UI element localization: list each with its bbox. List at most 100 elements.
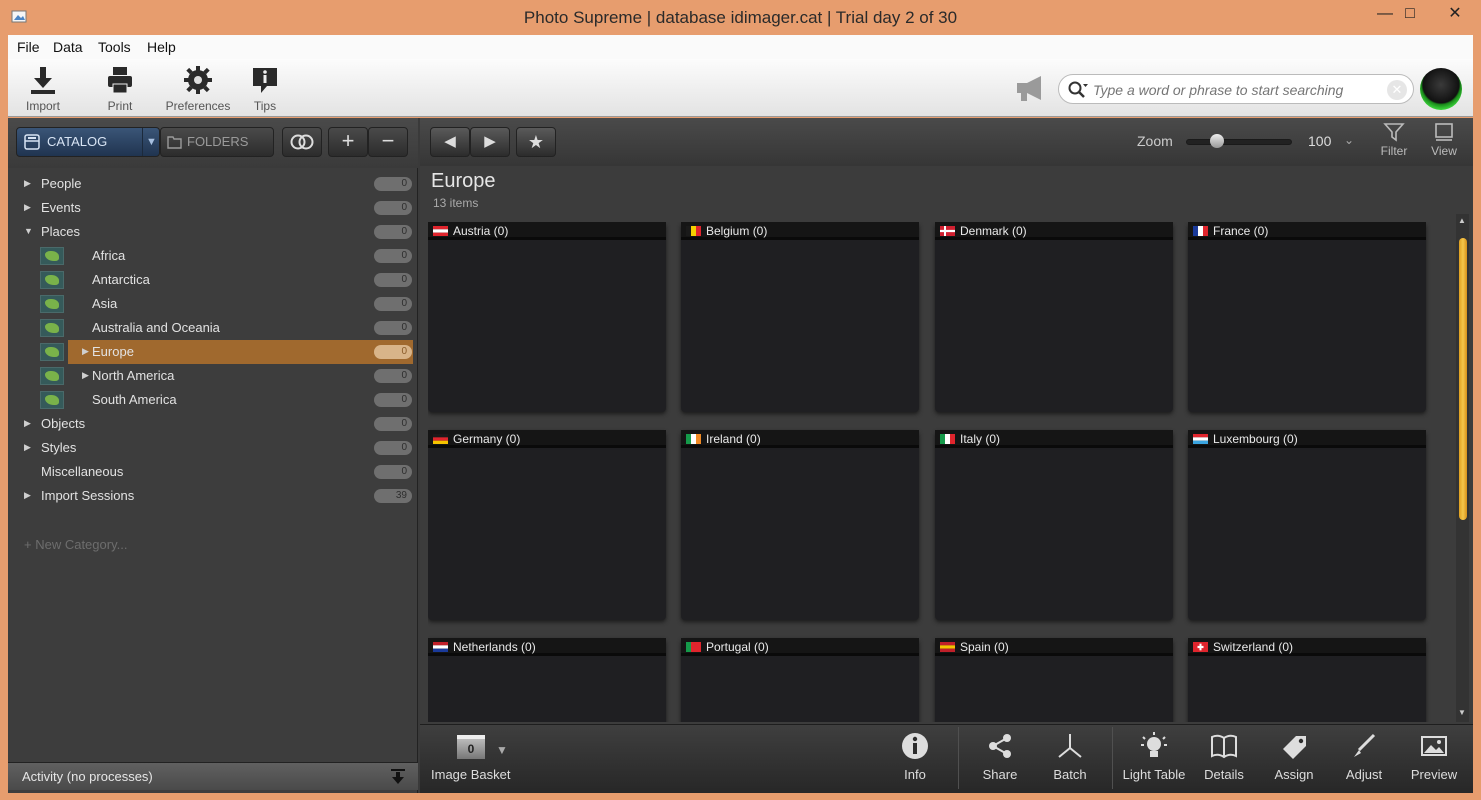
expand-arrow-icon[interactable]: ▶ — [24, 202, 31, 213]
print-button[interactable]: Print — [85, 65, 155, 113]
continent-thumbnail-icon — [40, 271, 64, 289]
assign-button[interactable]: Assign — [1259, 731, 1329, 782]
place-card[interactable]: Germany (0) — [428, 430, 666, 620]
tree-item-africa[interactable]: Africa 0 — [8, 244, 418, 268]
back-button[interactable]: ◀ — [430, 127, 470, 157]
forward-button[interactable]: ▶ — [470, 127, 510, 157]
new-category-link[interactable]: + New Category... — [24, 537, 127, 552]
preview-icon — [1421, 736, 1447, 756]
tree-item-import-sessions[interactable]: ▶ Import Sessions 39 — [8, 484, 418, 508]
tree-item-australia-and-oceania[interactable]: Australia and Oceania 0 — [8, 316, 418, 340]
menu-help[interactable]: Help — [147, 39, 176, 55]
scroll-down-icon[interactable]: ▼ — [1458, 708, 1466, 717]
place-card[interactable]: France (0) — [1188, 222, 1426, 412]
tree-item-miscellaneous[interactable]: Miscellaneous 0 — [8, 460, 418, 484]
tree-item-events[interactable]: ▶ Events 0 — [8, 196, 418, 220]
expand-arrow-icon[interactable]: ▶ — [82, 346, 89, 357]
tree-item-label: Europe — [92, 344, 134, 359]
count-badge: 0 — [374, 249, 412, 263]
grid-scrollbar[interactable]: ▲ ▼ — [1456, 214, 1469, 722]
place-card-header: Portugal (0) — [681, 638, 919, 656]
zoom-slider[interactable] — [1186, 139, 1292, 145]
basket-label: Image Basket — [431, 767, 511, 782]
tree-item-antarctica[interactable]: Antarctica 0 — [8, 268, 418, 292]
flag-icon — [1193, 434, 1208, 444]
expand-arrow-icon[interactable]: ▶ — [24, 418, 31, 429]
details-button[interactable]: Details — [1189, 731, 1259, 782]
place-card[interactable]: Denmark (0) — [935, 222, 1173, 412]
flag-icon — [433, 642, 448, 652]
preferences-button[interactable]: Preferences — [163, 65, 233, 113]
continent-thumbnail-icon — [40, 319, 64, 337]
place-card[interactable]: Belgium (0) — [681, 222, 919, 412]
scrollbar-thumb[interactable] — [1459, 238, 1467, 520]
tree-item-south-america[interactable]: South America 0 — [8, 388, 418, 412]
main-area: CATALOG ▼ FOLDERS + − ▶ People 0 ▶ Event… — [8, 118, 1473, 793]
expand-arrow-icon[interactable]: ▶ — [24, 178, 31, 189]
expand-arrow-icon[interactable]: ▶ — [24, 490, 31, 501]
info-button[interactable]: Info — [880, 731, 950, 782]
tree-item-people[interactable]: ▶ People 0 — [8, 172, 418, 196]
menu-tools[interactable]: Tools — [98, 39, 131, 55]
status-orb-button[interactable] — [1420, 68, 1462, 110]
expand-arrow-icon[interactable]: ▶ — [82, 370, 89, 381]
search-input[interactable] — [1093, 80, 1383, 100]
import-button[interactable]: Import — [8, 65, 78, 113]
print-icon — [108, 67, 132, 94]
menu-file[interactable]: File — [17, 39, 40, 55]
preview-button[interactable]: Preview — [1399, 731, 1469, 782]
close-button[interactable]: ✕ — [1433, 0, 1477, 30]
link-rings-button[interactable] — [282, 127, 322, 157]
zoom-dropdown-icon[interactable]: ⌄ — [1344, 133, 1354, 147]
tips-icon — [253, 68, 277, 93]
tree-item-objects[interactable]: ▶ Objects 0 — [8, 412, 418, 436]
basket-dropdown-icon[interactable]: ▼ — [496, 743, 508, 757]
adjust-button[interactable]: Adjust — [1329, 731, 1399, 782]
flag-icon — [433, 434, 448, 444]
view-button[interactable]: View — [1422, 122, 1466, 158]
batch-button[interactable]: Batch — [1035, 731, 1105, 782]
catalog-dropdown-icon[interactable]: ▼ — [142, 128, 160, 156]
place-card-header: Spain (0) — [935, 638, 1173, 656]
place-card-title: Portugal (0) — [706, 640, 769, 654]
remove-category-button[interactable]: − — [368, 127, 408, 157]
place-card-header: Austria (0) — [428, 222, 666, 240]
place-card[interactable]: Portugal (0) — [681, 638, 919, 722]
activity-toggle-icon[interactable] — [389, 768, 407, 786]
search-icon[interactable] — [1067, 80, 1089, 100]
clear-search-icon[interactable]: ✕ — [1387, 80, 1407, 100]
zoom-slider-handle[interactable] — [1210, 134, 1224, 148]
expand-arrow-icon[interactable]: ▶ — [24, 442, 31, 453]
megaphone-icon[interactable] — [1013, 73, 1047, 103]
scroll-up-icon[interactable]: ▲ — [1458, 216, 1466, 225]
place-card-title: Switzerland (0) — [1213, 640, 1294, 654]
place-card[interactable]: Luxembourg (0) — [1188, 430, 1426, 620]
tree-item-styles[interactable]: ▶ Styles 0 — [8, 436, 418, 460]
tree-item-asia[interactable]: Asia 0 — [8, 292, 418, 316]
maximize-button[interactable]: □ — [1388, 0, 1432, 30]
place-card[interactable]: Austria (0) — [428, 222, 666, 412]
filter-button[interactable]: Filter — [1372, 122, 1416, 158]
place-card[interactable]: Spain (0) — [935, 638, 1173, 722]
tree-item-north-america[interactable]: ▶ North America 0 — [8, 364, 418, 388]
catalog-tab[interactable]: CATALOG ▼ — [16, 127, 160, 157]
expand-arrow-icon[interactable]: ▼ — [24, 226, 33, 236]
tree-item-places[interactable]: ▼ Places 0 — [8, 220, 418, 244]
light-table-button[interactable]: Light Table — [1119, 731, 1189, 782]
place-card[interactable]: Ireland (0) — [681, 430, 919, 620]
info-icon — [902, 733, 928, 759]
place-card[interactable]: Italy (0) — [935, 430, 1173, 620]
add-category-button[interactable]: + — [328, 127, 368, 157]
share-button[interactable]: Share — [965, 731, 1035, 782]
view-label: View — [1431, 144, 1457, 158]
tree-item-europe[interactable]: ▶ Europe 0 — [8, 340, 418, 364]
tips-button[interactable]: Tips — [230, 65, 300, 113]
folders-tab[interactable]: FOLDERS — [160, 127, 274, 157]
import-label: Import — [25, 99, 60, 113]
filter-icon — [1383, 123, 1405, 142]
favorite-button[interactable]: ★ — [516, 127, 556, 157]
place-card-header: Netherlands (0) — [428, 638, 666, 656]
place-card[interactable]: Switzerland (0) — [1188, 638, 1426, 722]
menu-data[interactable]: Data — [53, 39, 83, 55]
place-card[interactable]: Netherlands (0) — [428, 638, 666, 722]
